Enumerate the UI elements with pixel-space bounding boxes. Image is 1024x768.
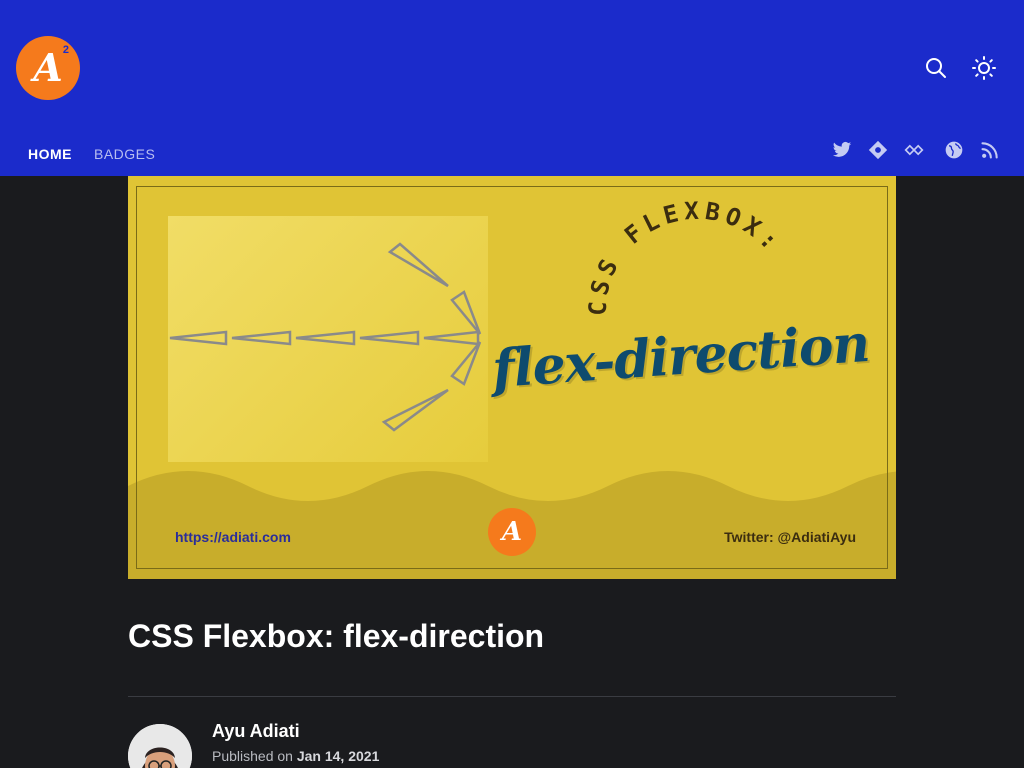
published-info: Published on Jan 14, 2021: [212, 748, 379, 764]
site-header: A 2 HOME BADGES: [0, 0, 1024, 176]
avatar-photo-icon: [128, 724, 192, 768]
logo-superscript: 2: [62, 44, 69, 56]
author-name[interactable]: Ayu Adiati: [212, 721, 300, 742]
post-banner-image: CSS FLEXBOX: flex-direction https://adia…: [128, 176, 896, 579]
globe-icon[interactable]: [944, 140, 964, 160]
rss-icon[interactable]: [980, 140, 1000, 160]
banner-arc-text: CSS FLEXBOX:: [584, 197, 783, 317]
post-title: CSS Flexbox: flex-direction: [128, 618, 545, 654]
nav-home[interactable]: HOME: [28, 146, 72, 162]
banner-url: https://adiati.com: [175, 529, 291, 545]
hashnode-icon[interactable]: [904, 140, 924, 160]
banner-logo-letter: A: [501, 517, 523, 547]
search-icon[interactable]: [924, 56, 948, 80]
divider: [128, 696, 896, 697]
polywork-icon[interactable]: [868, 140, 888, 160]
main-nav: HOME BADGES: [28, 146, 155, 162]
author-avatar[interactable]: [128, 724, 192, 768]
published-prefix: Published on: [212, 748, 293, 764]
site-logo[interactable]: A 2: [16, 36, 80, 100]
banner-logo: A: [488, 508, 536, 556]
logo-letter: A: [33, 44, 63, 90]
published-date: Jan 14, 2021: [296, 748, 380, 764]
banner-twitter: Twitter: @AdiatiAyu: [724, 529, 856, 545]
svg-text:CSS FLEXBOX:: CSS FLEXBOX:: [584, 197, 788, 317]
sun-icon[interactable]: [972, 56, 996, 80]
twitter-icon[interactable]: [832, 140, 852, 160]
nav-badges[interactable]: BADGES: [94, 146, 155, 162]
